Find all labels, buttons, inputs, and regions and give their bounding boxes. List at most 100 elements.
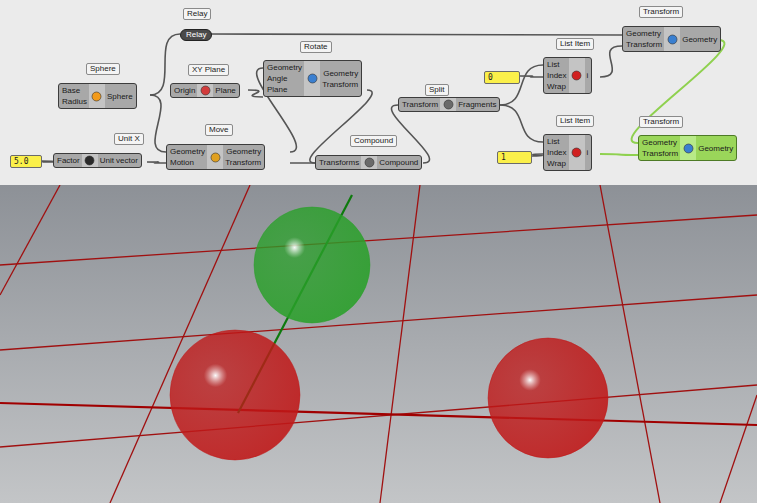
sphere[interactable] — [254, 207, 370, 323]
output-list: Fragments — [456, 98, 499, 111]
output-list: Geometry — [696, 136, 736, 160]
output-list: i — [585, 58, 592, 93]
component-icon — [680, 136, 696, 160]
wire — [42, 161, 53, 162]
output-param[interactable]: i — [587, 70, 589, 81]
input-list: Transforms — [316, 156, 361, 169]
input-list: BaseRadius — [59, 84, 89, 108]
output-list: Compound — [377, 156, 421, 169]
input-param[interactable]: Geometry — [170, 146, 205, 157]
number-slider[interactable]: 1 — [497, 151, 532, 164]
output-param[interactable]: Fragments — [458, 99, 496, 110]
output-param[interactable]: Transform — [322, 79, 358, 90]
input-list: ListIndexWrap — [544, 135, 569, 170]
slider-value: 0 — [488, 72, 493, 84]
output-param[interactable]: Compound — [379, 157, 418, 168]
input-param[interactable]: Transforms — [319, 157, 359, 168]
output-list: GeometryTransform — [320, 61, 361, 96]
node-tag: Transform — [639, 116, 683, 128]
output-param[interactable]: Unit vector — [100, 155, 138, 166]
slider-value: 5.0 — [14, 156, 28, 168]
output-param[interactable]: Geometry — [698, 143, 733, 154]
output-list: Unit vector — [98, 154, 141, 167]
component-node[interactable]: GeometryTransformGeometry — [638, 135, 737, 161]
input-param[interactable]: Geometry — [626, 28, 662, 39]
output-param[interactable]: i — [587, 147, 589, 158]
component-node[interactable]: GeometryAnglePlaneGeometryTransform — [263, 60, 362, 97]
input-param[interactable]: Transform — [402, 99, 438, 110]
node-tag: Sphere — [86, 63, 120, 75]
component-node[interactable]: Transforms Compound — [315, 155, 422, 170]
output-list: GeometryTransform — [223, 145, 264, 169]
input-list: Transform — [399, 98, 440, 111]
component-icon — [569, 135, 585, 170]
component-node[interactable]: Origin Plane — [170, 83, 240, 98]
input-param[interactable]: Transform — [642, 148, 678, 159]
output-param[interactable]: Geometry — [682, 34, 717, 45]
output-param[interactable]: Transform — [225, 157, 261, 168]
input-param[interactable]: Geometry — [642, 137, 678, 148]
input-param[interactable]: Geometry — [267, 62, 302, 73]
slider-value: 1 — [501, 152, 506, 164]
component-node[interactable]: GeometryMotionGeometryTransform — [166, 144, 265, 170]
viewport[interactable] — [0, 185, 757, 503]
input-param[interactable]: Wrap — [547, 81, 567, 92]
number-slider[interactable]: 5.0 — [10, 155, 42, 168]
node-tag: Transform — [639, 6, 683, 18]
component-node[interactable]: ListIndexWrap i — [543, 134, 592, 171]
number-slider[interactable]: 0 — [484, 71, 520, 84]
input-param[interactable]: Origin — [174, 85, 195, 96]
relay-label: Relay — [186, 30, 206, 39]
input-param[interactable]: Index — [547, 147, 567, 158]
output-param[interactable]: Geometry — [226, 146, 261, 157]
output-param[interactable]: Plane — [215, 85, 235, 96]
output-param[interactable]: Sphere — [107, 91, 133, 102]
component-icon — [207, 145, 223, 169]
component-icon — [197, 84, 213, 97]
component-icon — [82, 154, 98, 167]
output-list: Geometry — [680, 27, 720, 51]
output-param[interactable]: Geometry — [323, 68, 358, 79]
wire — [600, 154, 638, 155]
node-tag: Move — [205, 124, 233, 136]
input-param[interactable]: Radius — [62, 96, 87, 107]
wire — [210, 34, 622, 35]
input-param[interactable]: Plane — [267, 84, 302, 95]
input-param[interactable]: Angle — [267, 73, 302, 84]
component-node[interactable]: Factor Unit vector — [53, 153, 142, 168]
node-canvas[interactable]: SphereBaseRadiusSphereXY PlaneOriginPlan… — [0, 0, 757, 185]
wire — [500, 105, 543, 142]
component-icon — [664, 27, 680, 51]
component-node[interactable]: ListIndexWrap i — [543, 57, 592, 94]
input-param[interactable]: List — [547, 136, 567, 147]
input-list: Origin — [171, 84, 197, 97]
node-tag: List Item — [556, 38, 594, 50]
wire — [600, 46, 622, 77]
component-icon — [304, 61, 320, 96]
input-param[interactable]: Transform — [626, 39, 662, 50]
component-icon — [569, 58, 585, 93]
input-param[interactable]: Base — [62, 85, 87, 96]
component-node[interactable]: BaseRadius Sphere — [58, 83, 137, 109]
input-list: GeometryMotion — [167, 145, 207, 169]
input-param[interactable]: Wrap — [547, 158, 567, 169]
sphere[interactable] — [170, 330, 300, 460]
input-param[interactable]: List — [547, 59, 567, 70]
node-tag: Compound — [350, 135, 397, 147]
node-tag: Relay — [183, 8, 211, 20]
relay-node[interactable]: Relay — [180, 29, 212, 41]
output-list: i — [585, 135, 592, 170]
component-node[interactable]: Transform Fragments — [398, 97, 500, 112]
wire — [520, 76, 543, 77]
wire — [150, 95, 166, 152]
input-param[interactable]: Factor — [57, 155, 80, 166]
sphere[interactable] — [488, 338, 608, 458]
component-icon — [440, 98, 456, 111]
input-list: GeometryTransform — [639, 136, 680, 160]
component-node[interactable]: GeometryTransformGeometry — [622, 26, 721, 52]
input-param[interactable]: Motion — [170, 157, 205, 168]
wire — [248, 90, 263, 97]
input-list: ListIndexWrap — [544, 58, 569, 93]
component-icon — [361, 156, 377, 169]
input-param[interactable]: Index — [547, 70, 567, 81]
